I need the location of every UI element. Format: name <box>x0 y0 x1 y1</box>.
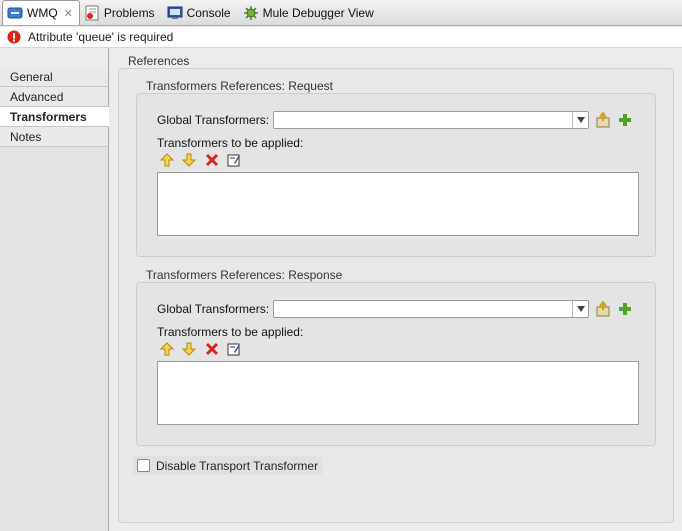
delete-icon[interactable] <box>204 152 220 168</box>
tab-label: Problems <box>103 6 155 20</box>
connector-icon <box>7 5 23 21</box>
tab-mule-debugger-view[interactable]: Mule Debugger View <box>239 1 382 25</box>
nav-item-advanced[interactable]: Advanced <box>0 87 108 107</box>
browse-icon[interactable] <box>595 301 611 317</box>
move-down-icon[interactable] <box>181 152 197 168</box>
response-transformers-list[interactable] <box>157 361 639 425</box>
tab-wmq[interactable]: WMQ ✕ <box>2 0 80 25</box>
tab-label: WMQ <box>27 6 58 20</box>
request-group: Global Transformers: Transformers to be … <box>136 93 656 257</box>
chevron-down-icon[interactable] <box>572 301 588 317</box>
request-group-title: Transformers References: Request <box>146 79 333 93</box>
move-up-icon[interactable] <box>159 341 175 357</box>
move-down-icon[interactable] <box>181 341 197 357</box>
add-icon[interactable] <box>617 112 633 128</box>
nav-item-transformers[interactable]: Transformers <box>0 107 109 127</box>
disable-transport-transformer-option[interactable]: Disable Transport Transformer <box>133 456 323 475</box>
edit-icon[interactable] <box>226 341 242 357</box>
view-tab-bar: WMQ ✕ Problems Console Mule Debugger Vie… <box>0 0 682 26</box>
error-icon <box>6 29 22 45</box>
edit-icon[interactable] <box>226 152 242 168</box>
section-nav: General Advanced Transformers Notes <box>0 67 109 531</box>
request-global-transformers-combo[interactable] <box>273 111 589 129</box>
transformers-applied-label: Transformers to be applied: <box>157 136 304 150</box>
tab-console[interactable]: Console <box>163 1 239 25</box>
nav-item-notes[interactable]: Notes <box>0 127 108 147</box>
chevron-down-icon[interactable] <box>572 112 588 128</box>
validation-message: Attribute 'queue' is required <box>0 27 682 48</box>
request-transformers-list[interactable] <box>157 172 639 236</box>
close-icon[interactable]: ✕ <box>64 7 73 20</box>
error-text: Attribute 'queue' is required <box>28 30 174 44</box>
references-title: References <box>128 54 190 68</box>
disable-transport-transformer-checkbox[interactable] <box>137 459 150 472</box>
response-group-title: Transformers References: Response <box>146 268 343 282</box>
add-icon[interactable] <box>617 301 633 317</box>
problems-icon <box>84 5 100 21</box>
console-icon <box>167 5 183 21</box>
nav-item-general[interactable]: General <box>0 67 108 87</box>
tab-label: Console <box>186 6 231 20</box>
transformers-applied-label: Transformers to be applied: <box>157 325 304 339</box>
browse-icon[interactable] <box>595 112 611 128</box>
global-transformers-label: Global Transformers: <box>157 302 270 316</box>
move-up-icon[interactable] <box>159 152 175 168</box>
response-group: Global Transformers: Transformers to be … <box>136 282 656 446</box>
response-global-transformers-combo[interactable] <box>273 300 589 318</box>
tab-problems[interactable]: Problems <box>80 1 163 25</box>
delete-icon[interactable] <box>204 341 220 357</box>
disable-transport-transformer-label: Disable Transport Transformer <box>156 458 319 473</box>
debugger-icon <box>243 5 259 21</box>
left-nav-spacer <box>0 48 109 67</box>
tab-label: Mule Debugger View <box>262 6 374 20</box>
global-transformers-label: Global Transformers: <box>157 113 270 127</box>
